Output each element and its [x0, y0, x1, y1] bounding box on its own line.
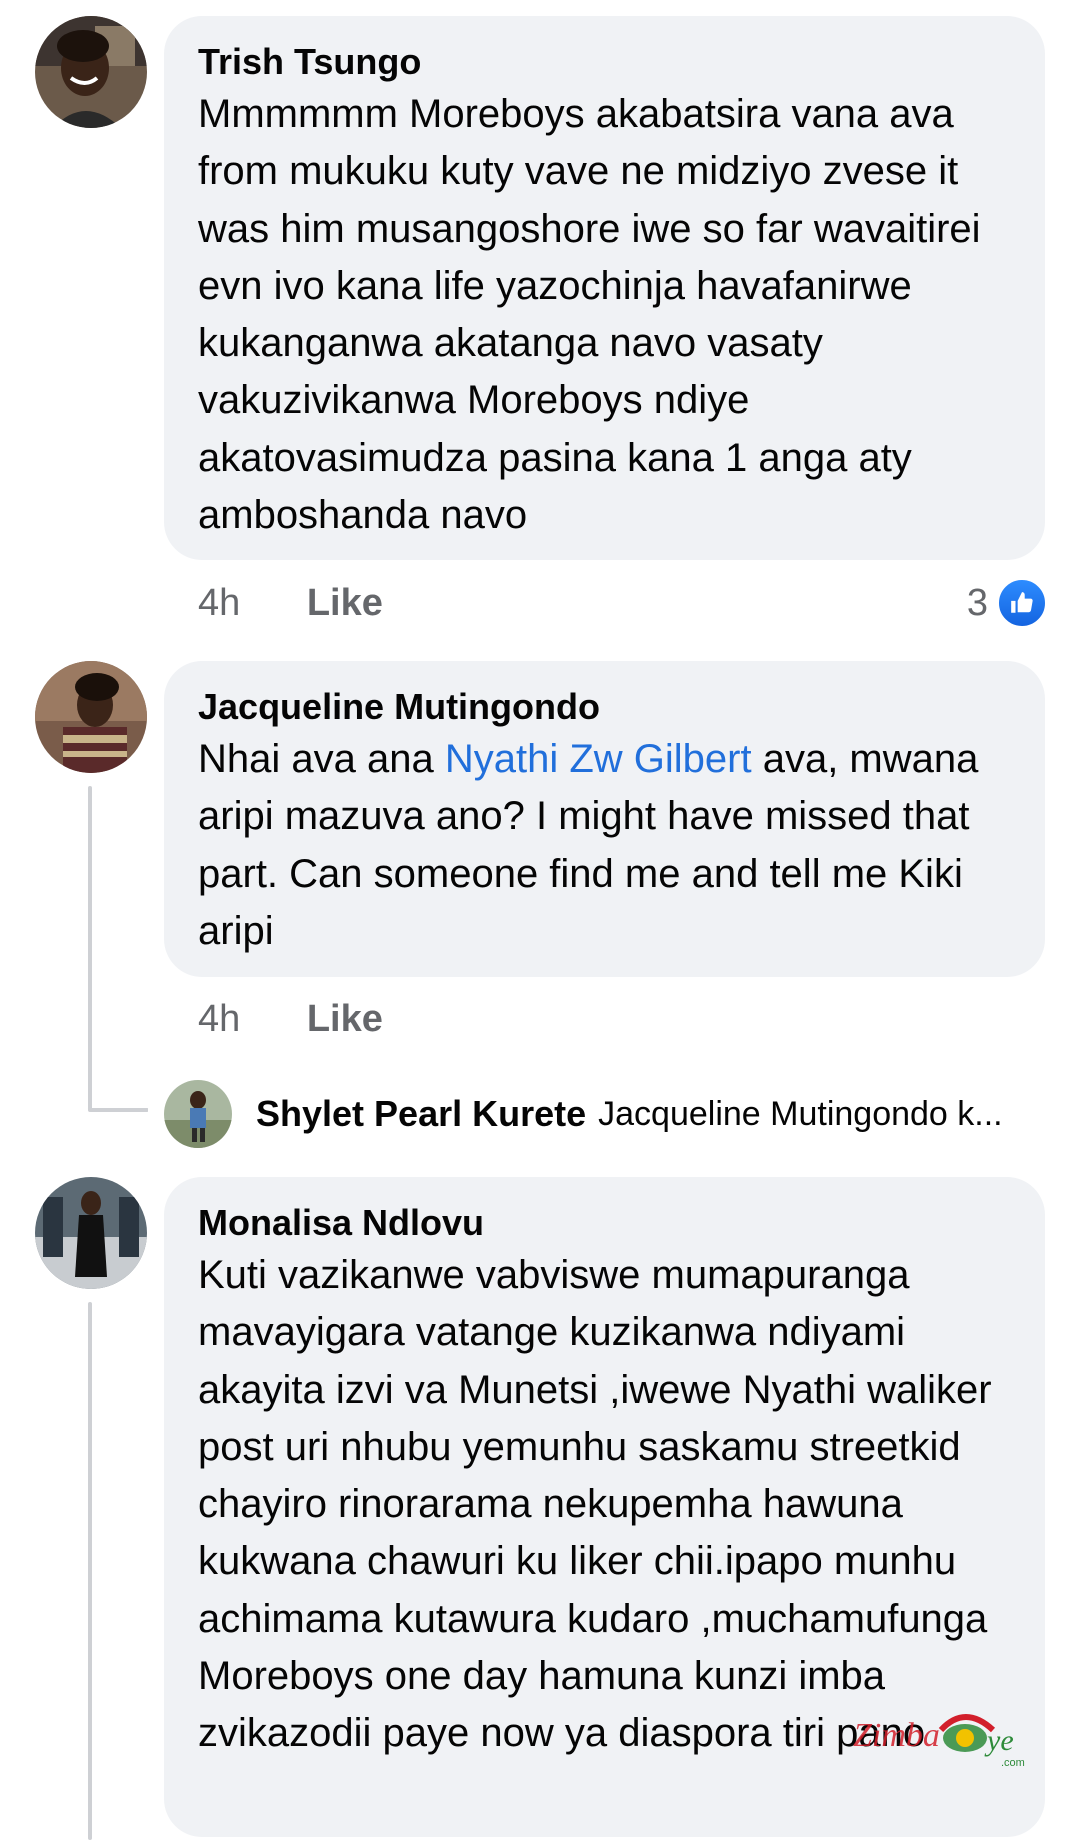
comment-text-part: Nhai ava ana [198, 737, 445, 781]
comment-author[interactable]: Trish Tsungo [198, 38, 1011, 86]
avatar-shylet-pearl-kurete[interactable] [164, 1080, 232, 1148]
reaction-count: 3 [966, 582, 988, 624]
like-button[interactable]: Like [307, 994, 383, 1044]
comment-author[interactable]: Jacqueline Mutingondo [198, 683, 1011, 731]
comment-text: Mmmmmm Moreboys akabatsira vana ava from… [198, 92, 981, 538]
mention-link[interactable]: Nyathi Zw Gilbert [445, 737, 752, 781]
comment-actions: 4h Like [198, 578, 383, 628]
comment-bubble: Jacqueline Mutingondo Nhai ava ana Nyath… [164, 661, 1045, 977]
reply-preview[interactable]: Shylet Pearl Kurete Jacqueline Mutingond… [164, 1078, 1054, 1150]
svg-text:.com: .com [1001, 1757, 1025, 1769]
comment-timestamp[interactable]: 4h [198, 994, 240, 1044]
reaction-summary[interactable]: 3 [966, 577, 1048, 629]
reply-snippet: Jacqueline Mutingondo k... [598, 1094, 1003, 1133]
avatar-jacqueline-mutingondo[interactable] [35, 661, 147, 773]
comment-author[interactable]: Monalisa Ndlovu [198, 1199, 1011, 1247]
svg-text:ye: ye [984, 1724, 1014, 1757]
comment-bubble: Trish Tsungo Mmmmmm Moreboys akabatsira … [164, 16, 1045, 560]
svg-text:Zimba: Zimba [853, 1717, 940, 1754]
like-button[interactable]: Like [307, 578, 383, 628]
thumbs-up-icon [996, 577, 1048, 629]
avatar-trish-tsungo[interactable] [35, 16, 147, 128]
comment-timestamp[interactable]: 4h [198, 578, 240, 628]
thread-line [88, 786, 92, 1112]
comment-actions: 4h Like [198, 994, 383, 1044]
thread-line-branch [88, 1108, 148, 1112]
zimbaeye-watermark-logo: Zimba ye .com [845, 1700, 1035, 1770]
comment-text: Nhai ava ana Nyathi Zw Gilbert ava, mwan… [198, 731, 1011, 960]
comment-text: Kuti vazikanwe vabviswe mumapuranga mava… [198, 1253, 992, 1756]
avatar-monalisa-ndlovu[interactable] [35, 1177, 147, 1289]
reply-author[interactable]: Shylet Pearl Kurete [256, 1093, 586, 1135]
thread-line [88, 1302, 92, 1840]
